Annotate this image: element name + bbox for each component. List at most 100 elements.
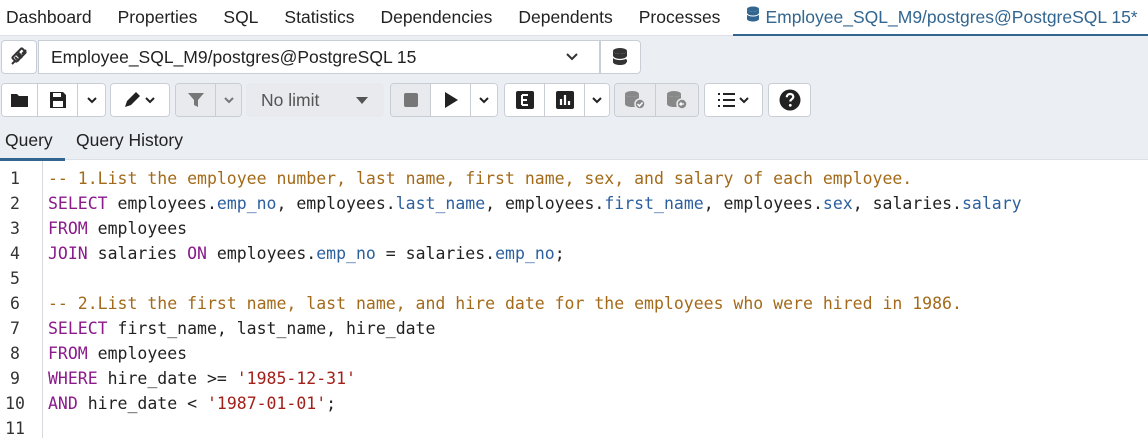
open-file-button[interactable]	[2, 84, 38, 116]
connection-bar: Employee_SQL_M9/postgres@PostgreSQL 15	[0, 36, 1148, 79]
edit-group	[110, 83, 170, 117]
code-token: ON	[187, 244, 207, 263]
code-token: employees	[87, 344, 188, 363]
tab-query-tool-label: Employee_SQL_M9/postgres@PostgreSQL 15*	[765, 6, 1138, 27]
code-token: , employees.	[485, 194, 605, 213]
tab-properties[interactable]: Properties	[105, 0, 211, 36]
save-file-button[interactable]	[38, 84, 78, 116]
code-text: JOIN salaries ON employees.emp_no = sala…	[48, 241, 565, 266]
code-token: employees.	[107, 194, 217, 213]
filter-options-dropdown[interactable]	[216, 84, 241, 116]
explain-analyze-button[interactable]	[545, 84, 585, 116]
code-token: , employees.	[276, 194, 396, 213]
line-number: 7	[10, 319, 20, 338]
code-token: ;	[554, 244, 565, 263]
code-token: emp_no	[495, 244, 555, 263]
code-token: first_name	[604, 194, 704, 213]
tab-query-history[interactable]: Query History	[76, 122, 183, 160]
code-token: -- 2.List the first name, last name, and…	[48, 294, 962, 313]
execute-button[interactable]	[431, 84, 471, 116]
code-token: FROM	[48, 344, 88, 363]
filter-group	[175, 83, 242, 117]
rollback-button[interactable]	[656, 84, 698, 116]
line-number: 2	[10, 194, 20, 213]
sql-editor[interactable]: 1 -- 1.List the employee number, last nam…	[0, 161, 1148, 438]
line-number: 6	[10, 294, 20, 313]
line-number: 9	[10, 369, 20, 388]
code-token: '1985-12-31'	[236, 369, 356, 388]
code-token: FROM	[48, 219, 88, 238]
tab-dependents[interactable]: Dependents	[505, 0, 625, 36]
code-token: employees.	[206, 244, 317, 263]
code-token: first_name, last_name, hire_date	[107, 319, 436, 338]
tab-statistics[interactable]: Statistics	[271, 0, 367, 36]
execute-options-dropdown[interactable]	[471, 84, 497, 116]
stop-button[interactable]	[391, 84, 431, 116]
code-text: -- 2.List the first name, last name, and…	[48, 291, 962, 316]
new-connection-button[interactable]	[600, 40, 641, 74]
tab-query[interactable]: Query	[0, 122, 65, 161]
database-icon	[611, 48, 630, 65]
help-group	[768, 83, 811, 117]
transaction-group	[614, 83, 699, 117]
help-button[interactable]	[769, 84, 810, 116]
tab-query-tool[interactable]: Employee_SQL_M9/postgres@PostgreSQL 15*	[733, 0, 1148, 37]
code-token: SELECT	[48, 194, 108, 213]
code-token: hire_date <	[77, 394, 207, 413]
explain-group	[504, 83, 610, 117]
rollback-icon	[667, 91, 688, 110]
query-panel-tabs: Query Query History	[0, 122, 1148, 161]
code-text: WHERE hire_date >= '1985-12-31'	[48, 366, 356, 391]
line-number: 5	[10, 269, 20, 288]
code-text: -- 1.List the employee number, last name…	[48, 166, 912, 191]
code-token: sex	[822, 194, 853, 213]
tab-sql[interactable]: SQL	[210, 0, 271, 36]
explain-options-dropdown[interactable]	[585, 84, 609, 116]
execute-group	[390, 83, 498, 117]
code-token: salaries	[87, 244, 188, 263]
chevron-down-icon	[86, 97, 97, 104]
help-icon	[779, 89, 800, 111]
chevron-down-icon	[566, 53, 578, 61]
code-token: ;	[326, 394, 337, 413]
folder-open-icon	[10, 94, 28, 107]
tab-dashboard[interactable]: Dashboard	[0, 0, 105, 36]
tab-dependencies[interactable]: Dependencies	[367, 0, 505, 36]
top-tab-bar: Dashboard Properties SQL Statistics Depe…	[0, 0, 1148, 37]
connection-status-icon	[11, 47, 27, 65]
edit-dropdown-button[interactable]	[111, 84, 169, 116]
explain-icon	[515, 91, 534, 109]
line-number: 1	[10, 169, 20, 188]
code-token: SELECT	[48, 319, 108, 338]
line-number: 8	[10, 344, 20, 363]
stop-icon	[403, 93, 418, 107]
row-limit-select[interactable]: No limit	[246, 83, 384, 117]
code-token: AND	[48, 394, 78, 413]
filter-icon	[187, 93, 204, 107]
connection-status-button[interactable]	[1, 40, 37, 74]
save-options-dropdown[interactable]	[78, 84, 105, 116]
code-token: hire_date >=	[97, 369, 237, 388]
explain-analyze-icon	[555, 91, 574, 109]
filter-button[interactable]	[176, 84, 216, 116]
explain-button[interactable]	[505, 84, 545, 116]
code-token: last_name	[395, 194, 486, 213]
commit-icon	[625, 91, 646, 110]
code-text: FROM employees	[48, 216, 187, 241]
code-token: employees	[87, 219, 188, 238]
code-text: AND hire_date < '1987-01-01';	[48, 391, 336, 416]
chevron-down-icon	[223, 97, 234, 104]
connection-select[interactable]: Employee_SQL_M9/postgres@PostgreSQL 15	[38, 40, 600, 74]
row-limit-value: No limit	[261, 90, 320, 110]
tab-processes[interactable]: Processes	[626, 0, 734, 36]
query-toolbar: No limit	[0, 79, 1148, 122]
connection-select-value: Employee_SQL_M9/postgres@PostgreSQL 15	[51, 47, 417, 67]
code-text: FROM employees	[48, 341, 187, 366]
line-number: 11	[5, 419, 25, 438]
save-icon	[49, 92, 66, 108]
macros-dropdown-button[interactable]	[705, 84, 762, 116]
line-number: 4	[10, 244, 20, 263]
macros-group	[704, 83, 763, 117]
chevron-down-icon	[592, 97, 602, 104]
commit-button[interactable]	[615, 84, 656, 116]
